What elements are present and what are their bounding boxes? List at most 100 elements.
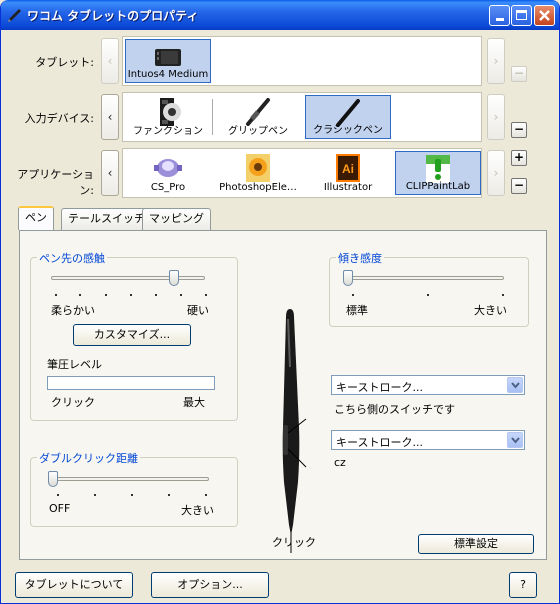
device-item-classic-pen[interactable]: クラシックペン (305, 95, 391, 139)
app-item-label: PhotoshopEle… (219, 182, 297, 193)
double-click-slider-track[interactable] (53, 477, 209, 481)
tilt-slider-thumb[interactable] (343, 270, 353, 286)
tablet-device-icon (155, 49, 181, 66)
sunflower-icon (246, 154, 270, 182)
tab-mapping[interactable]: マッピング (142, 208, 211, 230)
upper-switch-value: キーストローク... (336, 381, 423, 394)
chevron-down-icon[interactable] (507, 432, 523, 448)
maximize-button[interactable] (511, 5, 532, 26)
pen-tab-panel: ペン先の感触 柔らかい 硬い カスタマイズ... 筆圧レベル クリック 最大 ダ… (19, 230, 547, 560)
illustrator-logo-text: Ai (342, 162, 354, 176)
cs-pro-icon (154, 159, 182, 177)
app-item-photoshop-elements[interactable]: PhotoshopEle… (215, 151, 301, 195)
app-item-label: Illustrator (323, 182, 373, 193)
pressure-level-bar (47, 376, 215, 390)
window-title: ワコム タブレットのプロパティ (27, 9, 199, 23)
window: ワコム タブレットのプロパティ タブレット: ‹ Intuos4 Medium … (0, 0, 560, 604)
lower-switch-caption: cz (334, 456, 346, 469)
tablet-item-label: Intuos4 Medium (127, 69, 209, 80)
double-click-slider-thumb[interactable] (48, 471, 58, 487)
tick-mark (155, 294, 157, 296)
pen-side-switch-upper[interactable] (283, 425, 288, 455)
tick-mark (205, 494, 207, 496)
device-row-label: 入力デバイス: (24, 112, 94, 125)
close-icon (539, 10, 550, 21)
tip-feel-title: ペン先の感触 (37, 250, 107, 266)
minimize-button[interactable] (489, 5, 510, 26)
tab-pen[interactable]: ペン (18, 206, 54, 230)
customize-button[interactable]: カスタマイズ... (73, 324, 191, 346)
chevron-right-icon: › (493, 110, 499, 124)
upper-switch-caption: こちら側のスイッチです (334, 403, 455, 416)
tilt-title: 傾き感度 (336, 250, 384, 266)
client-area: タブレット: ‹ Intuos4 Medium › − 入力デバイス: ‹ ファ… (4, 30, 557, 601)
tablet-remove-button[interactable]: − (511, 66, 527, 82)
chevron-right-icon: › (493, 54, 499, 68)
chevron-left-icon: ‹ (107, 166, 113, 180)
device-item-label: ファンクション (133, 126, 203, 137)
device-item-label: クラシックペン (313, 125, 383, 136)
about-tablet-button[interactable]: タブレットについて (15, 572, 133, 598)
close-button[interactable] (534, 5, 555, 26)
app-scroll-right-button[interactable]: › (487, 150, 505, 196)
tablet-row-label: タブレット: (35, 56, 94, 69)
tip-feel-group: ペン先の感触 柔らかい 硬い カスタマイズ... 筆圧レベル クリック 最大 (30, 250, 238, 421)
title-bar[interactable]: ワコム タブレットのプロパティ (1, 0, 559, 30)
pen-illustration (282, 309, 307, 553)
app-item-label: CLIPPaintLab (405, 181, 471, 192)
app-item-illustrator[interactable]: Ai Illustrator (305, 151, 391, 195)
lower-switch-value: キーストローク... (336, 436, 423, 449)
device-scroll-left-button[interactable]: ‹ (101, 94, 119, 140)
pressure-max-label: 最大 (183, 396, 205, 409)
tick-mark (352, 294, 354, 296)
divider (212, 99, 213, 135)
device-remove-button[interactable]: − (511, 122, 527, 138)
app-item-clip-paint-lab[interactable]: CLIPPaintLab (395, 151, 481, 195)
upper-switch-combo[interactable]: キーストローク... (331, 375, 525, 395)
tick-mark (79, 294, 81, 296)
tab-tail-switch[interactable]: テールスイッチ (61, 208, 152, 230)
app-remove-button[interactable]: − (511, 178, 527, 194)
app-strip: CS_Pro PhotoshopEle… Ai Illustrator CLIP… (122, 148, 482, 198)
tilt-normal-label: 標準 (346, 304, 368, 317)
maximize-icon (516, 10, 527, 20)
device-item-grip-pen[interactable]: グリップペン (215, 95, 301, 139)
minus-icon: − (513, 122, 525, 136)
tip-feel-slider-track[interactable] (51, 276, 205, 280)
tip-feel-slider-thumb[interactable] (169, 270, 180, 286)
app-item-cs-pro[interactable]: CS_Pro (125, 151, 211, 195)
chevron-down-icon[interactable] (507, 377, 523, 393)
minus-icon: − (513, 66, 525, 80)
tick-mark (502, 294, 504, 296)
device-item-label: グリップペン (228, 126, 288, 137)
chevron-left-icon: ‹ (107, 110, 113, 124)
minus-icon: − (513, 178, 525, 192)
app-add-button[interactable]: + (511, 150, 527, 166)
double-click-group: ダブルクリック距離 OFF 大きい (30, 450, 238, 527)
lower-switch-combo[interactable]: キーストローク... (331, 430, 525, 450)
tick-mark (105, 294, 107, 296)
default-settings-button[interactable]: 標準設定 (418, 534, 534, 554)
options-button[interactable]: オプション... (151, 572, 269, 598)
illustrator-icon: Ai (336, 154, 360, 182)
double-click-large-label: 大きい (181, 504, 214, 517)
clip-paint-lab-icon (426, 155, 450, 183)
wacom-app-icon (8, 9, 21, 22)
tablet-scroll-right-button[interactable]: › (487, 38, 505, 84)
device-scroll-right-button[interactable]: › (487, 94, 505, 140)
tick-mark (205, 294, 207, 296)
tick-mark (57, 494, 59, 496)
double-click-title: ダブルクリック距離 (37, 450, 140, 466)
app-item-label: CS_Pro (150, 182, 186, 193)
tablet-scroll-left-button[interactable]: ‹ (101, 38, 119, 84)
plus-icon: + (513, 150, 525, 164)
double-click-off-label: OFF (49, 502, 71, 515)
tilt-high-label: 大きい (474, 304, 507, 317)
tablet-item-intuos4-medium[interactable]: Intuos4 Medium (125, 39, 211, 83)
chevron-right-icon: › (493, 166, 499, 180)
tick-mark (94, 494, 96, 496)
device-item-function[interactable]: ファンクション (125, 95, 211, 139)
tilt-slider-track[interactable] (348, 276, 504, 280)
app-scroll-left-button[interactable]: ‹ (101, 150, 119, 196)
help-button[interactable]: ? (509, 572, 537, 598)
